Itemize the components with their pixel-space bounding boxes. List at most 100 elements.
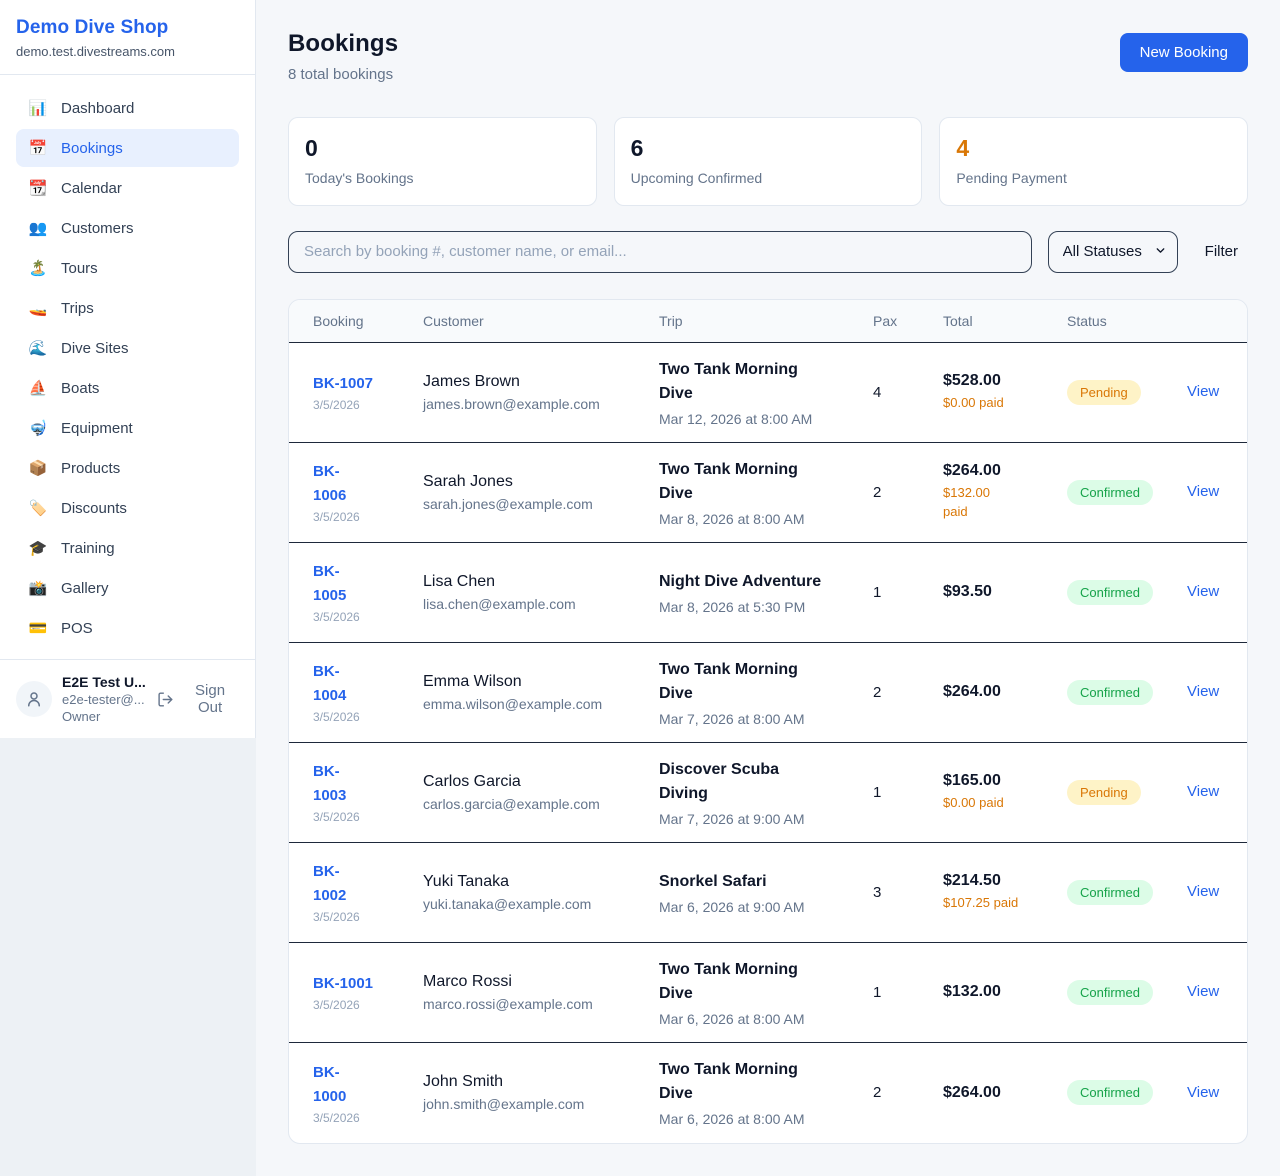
view-link[interactable]: View: [1187, 483, 1219, 500]
paid-amount: $107.25 paid: [943, 894, 1067, 913]
customer-email: yuki.tanaka@example.com: [423, 896, 659, 912]
customer-email: lisa.chen@example.com: [423, 596, 659, 612]
total-cell: $165.00 $0.00 paid: [943, 772, 1067, 813]
stat-card: 6 Upcoming Confirmed: [614, 117, 923, 206]
sidebar-item-label: Bookings: [61, 140, 123, 157]
booking-id-link[interactable]: BK-1007: [313, 372, 373, 396]
sidebar-item-pos[interactable]: 💳 POS: [16, 609, 239, 647]
stat-value: 6: [631, 135, 906, 163]
booking-date: 3/5/2026: [313, 810, 423, 824]
sidebar-item-trips[interactable]: 🚤 Trips: [16, 289, 239, 327]
sidebar-item-boats[interactable]: ⛵ Boats: [16, 369, 239, 407]
sidebar-item-tours[interactable]: 🏝️ Tours: [16, 249, 239, 287]
sidebar-item-label: Customers: [61, 220, 134, 237]
view-link[interactable]: View: [1187, 383, 1219, 400]
sidebar-item-dashboard[interactable]: 📊 Dashboard: [16, 89, 239, 127]
customer-name: Carlos Garcia: [423, 773, 659, 791]
sidebar-item-equipment[interactable]: 🤿 Equipment: [16, 409, 239, 447]
booking-id-link[interactable]: BK- 1000: [313, 1061, 346, 1109]
column-header-pax: Pax: [873, 313, 943, 329]
booking-date: 3/5/2026: [313, 998, 423, 1012]
bookings-table: Booking Customer Trip Pax Total Status B…: [288, 299, 1248, 1144]
table-row: BK-1001 3/5/2026 Marco Rossi marco.rossi…: [289, 943, 1247, 1043]
sidebar-item-bookings[interactable]: 📅 Bookings: [16, 129, 239, 167]
search-input[interactable]: [288, 231, 1032, 273]
status-cell: Confirmed: [1067, 580, 1187, 605]
booking-id-link[interactable]: BK- 1006: [313, 460, 346, 508]
customer-cell: Yuki Tanaka yuki.tanaka@example.com: [423, 873, 659, 912]
status-badge: Pending: [1067, 380, 1141, 405]
customer-cell: Carlos Garcia carlos.garcia@example.com: [423, 773, 659, 812]
graduation-cap-icon: 🎓: [28, 539, 48, 557]
sidebar-item-products[interactable]: 📦 Products: [16, 449, 239, 487]
paid-amount: $0.00 paid: [943, 794, 1067, 813]
sidebar-item-label: Equipment: [61, 420, 133, 437]
table-row: BK- 1006 3/5/2026 Sarah Jones sarah.jone…: [289, 443, 1247, 543]
paid-amount: $0.00 paid: [943, 394, 1067, 413]
page-header: Bookings 8 total bookings New Booking: [288, 30, 1248, 83]
booking-id-link[interactable]: BK-1001: [313, 972, 373, 996]
status-cell: Confirmed: [1067, 680, 1187, 705]
booking-cell: BK- 1006 3/5/2026: [313, 460, 423, 524]
trip-name: Snorkel Safari: [659, 870, 873, 894]
booking-id-link[interactable]: BK- 1002: [313, 860, 346, 908]
filter-button[interactable]: Filter: [1205, 243, 1238, 260]
column-header-booking: Booking: [313, 313, 423, 329]
view-link[interactable]: View: [1187, 583, 1219, 600]
column-header-status: Status: [1067, 313, 1187, 329]
total-amount: $264.00: [943, 462, 1067, 480]
trip-datetime: Mar 7, 2026 at 9:00 AM: [659, 811, 873, 827]
booking-id-link[interactable]: BK- 1005: [313, 560, 346, 608]
stat-label: Upcoming Confirmed: [631, 170, 906, 186]
total-cell: $264.00: [943, 1084, 1067, 1102]
sidebar-item-discounts[interactable]: 🏷️ Discounts: [16, 489, 239, 527]
sidebar-item-label: Boats: [61, 380, 99, 397]
booking-date: 3/5/2026: [313, 610, 423, 624]
status-badge: Pending: [1067, 780, 1141, 805]
trip-name: Two Tank Morning Dive: [659, 358, 873, 406]
booking-cell: BK- 1004 3/5/2026: [313, 660, 423, 724]
sidebar-item-calendar[interactable]: 📆 Calendar: [16, 169, 239, 207]
brand-name: Demo Dive Shop: [16, 17, 239, 39]
actions-cell: View: [1187, 883, 1223, 901]
actions-cell: View: [1187, 983, 1223, 1001]
pax-cell: 2: [873, 484, 943, 501]
brand: Demo Dive Shop demo.test.divestreams.com: [0, 0, 255, 75]
pax-cell: 3: [873, 884, 943, 901]
customer-cell: Lisa Chen lisa.chen@example.com: [423, 573, 659, 612]
credit-card-icon: 💳: [28, 619, 48, 637]
view-link[interactable]: View: [1187, 783, 1219, 800]
customer-name: Sarah Jones: [423, 473, 659, 491]
booking-id-link[interactable]: BK- 1003: [313, 760, 346, 808]
view-link[interactable]: View: [1187, 683, 1219, 700]
user-role: Owner: [62, 709, 147, 724]
total-cell: $264.00 $132.00 paid: [943, 462, 1067, 522]
pax-cell: 1: [873, 784, 943, 801]
sidebar-item-label: Calendar: [61, 180, 122, 197]
view-link[interactable]: View: [1187, 883, 1219, 900]
sidebar-item-gallery[interactable]: 📸 Gallery: [16, 569, 239, 607]
avatar: [16, 681, 52, 717]
customer-cell: Marco Rossi marco.rossi@example.com: [423, 973, 659, 1012]
booking-id-link[interactable]: BK- 1004: [313, 660, 346, 708]
new-booking-button[interactable]: New Booking: [1120, 33, 1248, 72]
view-link[interactable]: View: [1187, 983, 1219, 1000]
sidebar-item-dive-sites[interactable]: 🌊 Dive Sites: [16, 329, 239, 367]
sidebar-item-customers[interactable]: 👥 Customers: [16, 209, 239, 247]
user-name: E2E Test U...: [62, 674, 147, 690]
status-cell: Pending: [1067, 380, 1187, 405]
trip-name: Two Tank Morning Dive: [659, 658, 873, 706]
speedboat-icon: 🚤: [28, 299, 48, 317]
view-link[interactable]: View: [1187, 1084, 1219, 1101]
customer-name: Yuki Tanaka: [423, 873, 659, 891]
status-select[interactable]: All Statuses: [1048, 231, 1178, 273]
sidebar-item-training[interactable]: 🎓 Training: [16, 529, 239, 567]
sailboat-icon: ⛵: [28, 379, 48, 397]
calendar-date-icon: 📅: [28, 139, 48, 157]
trip-datetime: Mar 6, 2026 at 8:00 AM: [659, 1011, 873, 1027]
sign-out-button[interactable]: Sign Out: [157, 682, 239, 716]
sidebar-item-label: Discounts: [61, 500, 127, 517]
status-badge: Confirmed: [1067, 580, 1153, 605]
status-cell: Confirmed: [1067, 480, 1187, 505]
diving-mask-icon: 🤿: [28, 419, 48, 437]
